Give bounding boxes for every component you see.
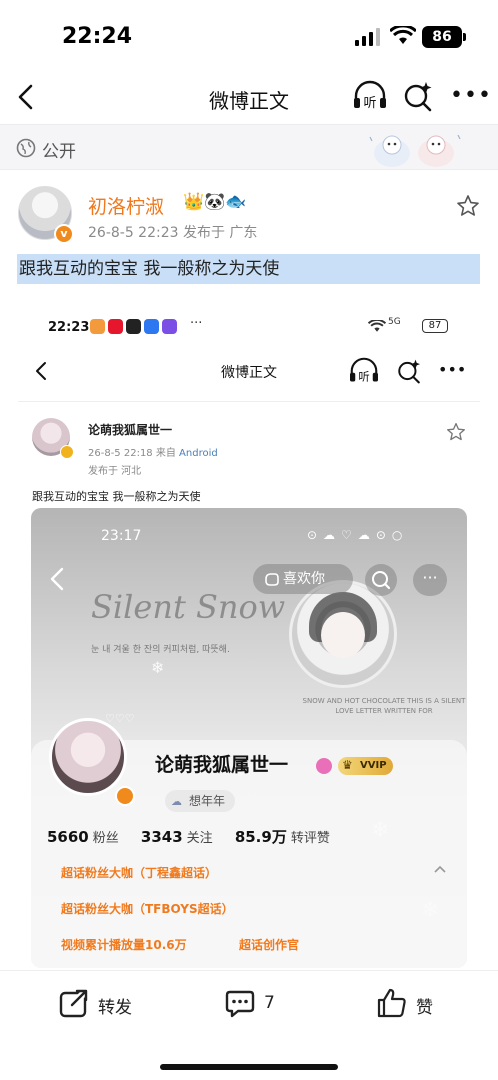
author-emoji-badges: 👑🐼🐟 bbox=[183, 192, 247, 212]
likes-count: 85.9万 bbox=[234, 828, 287, 846]
embedded-network-label: 5G bbox=[388, 317, 401, 327]
like-hand-icon bbox=[265, 573, 279, 586]
battery-nub bbox=[463, 33, 466, 41]
embedded-listen-label: 听 bbox=[358, 370, 369, 384]
comment-icon bbox=[225, 990, 255, 1018]
home-indicator bbox=[160, 1064, 338, 1070]
profile-tag: 超话创作官 bbox=[239, 938, 300, 952]
visibility-label: 公开 bbox=[42, 142, 76, 162]
embedded-status-time: 22:23 bbox=[48, 320, 90, 335]
embedded-battery: 87 bbox=[422, 319, 448, 333]
embedded-meta-location: 发布于 河北 bbox=[88, 466, 142, 477]
profile-name: 论萌我狐属世一 bbox=[155, 754, 289, 776]
verified-badge-icon: v bbox=[54, 224, 74, 244]
repost-button[interactable]: 转发 bbox=[58, 987, 168, 1021]
profile-bg-english-text: SNOW AND HOT CHOCOLATE THIS IS A SILENT … bbox=[302, 697, 466, 715]
listen-label: 听 bbox=[363, 96, 376, 111]
nav-bar: 微博正文 听 ••• bbox=[0, 70, 498, 124]
cloud-icon: ☁ bbox=[171, 795, 182, 808]
embedded-app-icons bbox=[90, 319, 177, 334]
profile-verified-badge-icon bbox=[115, 786, 135, 806]
likes-stat: 85.9万 转评赞 bbox=[234, 828, 330, 846]
embedded-listen-icon: 听 bbox=[350, 357, 378, 384]
chevron-up-icon bbox=[434, 865, 446, 873]
embedded-author-name: 论萌我狐属世一 bbox=[88, 423, 173, 437]
embedded-search-sparkle-icon bbox=[398, 359, 420, 384]
embedded-screenshot[interactable]: 22:23 ··· 5G 87 微博正文 听 ••• 论萌我狐属世一 26-8-… bbox=[18, 308, 480, 968]
profile-search-icon bbox=[365, 564, 397, 596]
embedded-verified-badge-icon bbox=[60, 445, 74, 459]
app-icon-purple bbox=[162, 319, 177, 334]
globe-icon bbox=[16, 138, 36, 158]
search-sparkle-icon[interactable] bbox=[402, 80, 434, 112]
signal-icon bbox=[355, 28, 380, 46]
embedded-post-text: 跟我互动的宝宝 我一般称之为天使 bbox=[32, 490, 201, 503]
embedded-nav-bar: 微博正文 听 ••• bbox=[18, 352, 480, 392]
profile-search-badge-icon bbox=[316, 758, 332, 774]
hearts-decoration: ♡♡♡ bbox=[105, 712, 135, 725]
like-label: 赞 bbox=[416, 998, 433, 1018]
status-bar: 22:24 86 bbox=[0, 0, 498, 70]
profile-screenshot-card: 23:17 ⊙☁♡☁⊙○ Silent Snow 눈 내 겨울 한 잔의 커피처… bbox=[31, 508, 467, 968]
embedded-status-bar: 22:23 ··· 5G 87 bbox=[18, 308, 480, 348]
fans-stat: 5660 粉丝 bbox=[47, 828, 119, 846]
action-bar: 转发 7 赞 bbox=[0, 970, 498, 1036]
app-icon-black bbox=[126, 319, 141, 334]
profile-tag: 超话粉丝大咖（TFBOYS超话） bbox=[61, 902, 234, 916]
comment-button[interactable]: 7 bbox=[224, 987, 314, 1021]
embedded-more-icon: ••• bbox=[438, 360, 467, 379]
author-name[interactable]: 初洛柠淑 bbox=[88, 192, 164, 219]
embedded-meta-client: Android bbox=[179, 448, 218, 459]
sticker-decoration bbox=[369, 134, 461, 167]
likes-label: 转评赞 bbox=[290, 831, 330, 846]
profile-more-icon: ··· bbox=[413, 564, 447, 596]
comment-count: 7 bbox=[264, 993, 275, 1013]
fans-count: 5660 bbox=[47, 828, 89, 846]
visibility-row: 公开 bbox=[0, 124, 498, 170]
repost-icon bbox=[59, 987, 90, 1018]
like-button[interactable]: 赞 bbox=[376, 987, 466, 1021]
embedded-wifi-icon bbox=[368, 320, 386, 332]
battery-indicator: 86 bbox=[422, 26, 462, 48]
anime-portrait-face bbox=[321, 612, 365, 658]
profile-avatar bbox=[49, 718, 127, 796]
app-icon-orange bbox=[90, 319, 105, 334]
repost-label: 转发 bbox=[98, 998, 132, 1018]
post-body-text: 跟我互动的宝宝 我一般称之为天使 bbox=[17, 254, 480, 284]
profile-tag: 超话粉丝大咖（丁程鑫超话） bbox=[61, 866, 218, 880]
profile-bg-korean-text: 눈 내 겨울 한 잔의 커피처럼, 따뜻해. bbox=[91, 645, 230, 655]
profile-stats: 5660 粉丝 3343 关注 85.9万 转评赞 bbox=[47, 826, 348, 847]
thumbs-up-icon bbox=[377, 988, 406, 1018]
post-meta: 26-8-5 22:23 发布于 广东 bbox=[88, 225, 258, 241]
app-icon-blue bbox=[144, 319, 159, 334]
status-time: 22:24 bbox=[62, 24, 133, 49]
embedded-meta-from: 来自 bbox=[155, 448, 176, 459]
favorite-star-icon[interactable] bbox=[456, 194, 480, 218]
embedded-meta-time: 26-8-5 22:18 bbox=[88, 448, 153, 459]
following-count: 3343 bbox=[140, 828, 183, 846]
embedded-post-meta: 26-8-5 22:18 来自 Android bbox=[88, 444, 218, 459]
following-stat: 3343 关注 bbox=[140, 828, 213, 846]
profile-status-icons: ⊙☁♡☁⊙○ bbox=[307, 528, 409, 542]
profile-tag: 视频累计播放量10.6万 bbox=[61, 938, 187, 952]
profile-bg-script-text: Silent Snow bbox=[91, 588, 286, 626]
crown-icon: ♛ bbox=[342, 758, 353, 772]
following-label: 关注 bbox=[186, 831, 213, 846]
fans-label: 粉丝 bbox=[92, 831, 119, 846]
embedded-status-dots: ··· bbox=[190, 316, 203, 331]
wifi-icon bbox=[390, 26, 416, 44]
profile-status-time: 23:17 bbox=[101, 528, 142, 544]
embedded-divider bbox=[18, 401, 480, 402]
more-icon[interactable]: ••• bbox=[450, 83, 492, 108]
profile-back-icon bbox=[50, 567, 64, 591]
listen-icon[interactable]: 听 bbox=[352, 80, 388, 112]
embedded-favorite-star-icon bbox=[447, 423, 465, 441]
app-icon-weibo bbox=[108, 319, 123, 334]
snowflake-icon: ❄ bbox=[151, 658, 165, 677]
